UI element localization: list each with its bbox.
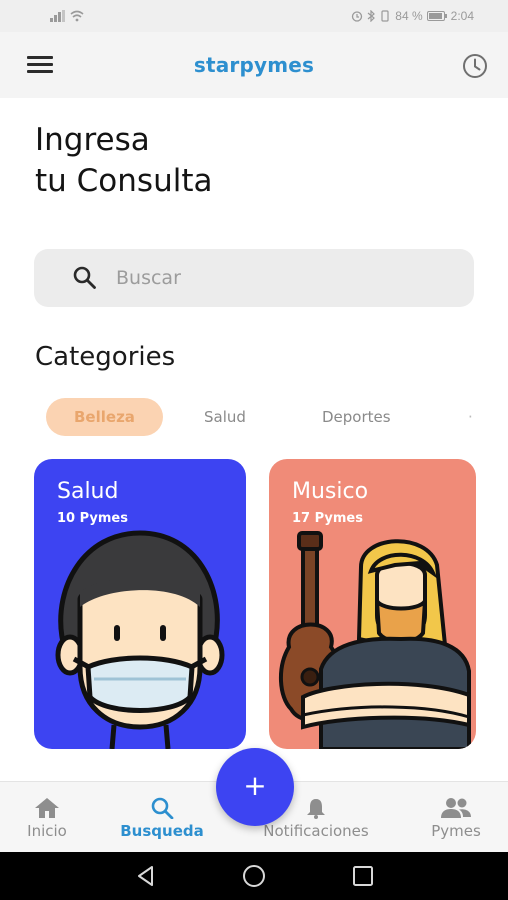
category-card-salud[interactable]: Salud 10 Pymes <box>34 459 246 749</box>
status-left <box>50 10 84 22</box>
bell-icon <box>307 799 325 819</box>
guitarist-illustration <box>278 531 471 749</box>
card-title: Musico <box>292 479 369 504</box>
status-bar: 84 % 2:04 <box>0 0 508 32</box>
search-icon <box>73 266 96 289</box>
vibrate-icon <box>381 10 389 22</box>
card-count: 10 Pymes <box>57 511 128 526</box>
battery-icon <box>426 11 447 21</box>
app-bar: starpymes <box>0 32 508 98</box>
card-title: Salud <box>57 479 119 504</box>
heading-line-1: Ingresa <box>35 122 150 158</box>
signal-icon <box>50 10 65 22</box>
wifi-icon <box>70 10 84 22</box>
category-chips: Belleza Salud Deportes · <box>46 398 486 436</box>
nav-item-inicio[interactable]: Inicio <box>10 782 84 853</box>
chip-belleza[interactable]: Belleza <box>46 398 163 436</box>
history-icon[interactable] <box>460 51 490 81</box>
status-right: 84 % 2:04 <box>351 9 474 23</box>
nav-label: Inicio <box>27 822 67 840</box>
menu-icon-bar <box>27 56 53 59</box>
search-icon <box>151 797 174 819</box>
chip-deportes[interactable]: Deportes <box>322 398 391 436</box>
menu-icon-bar <box>27 63 53 66</box>
home-circle-icon[interactable] <box>242 864 266 888</box>
recents-icon[interactable] <box>351 864 375 888</box>
alarm-icon <box>352 11 363 22</box>
search-input[interactable] <box>116 267 436 289</box>
chip-salud[interactable]: Salud <box>204 398 246 436</box>
nav-label: Notificaciones <box>263 822 369 840</box>
battery-percent: 84 % <box>395 9 423 23</box>
nav-item-pymes[interactable]: Pymes <box>418 782 494 853</box>
menu-button[interactable] <box>27 56 53 74</box>
page-heading: Ingresa tu Consulta <box>35 120 212 202</box>
home-icon <box>35 798 59 818</box>
system-navigation-bar <box>0 852 508 900</box>
masked-person-illustration <box>55 530 225 749</box>
nav-item-busqueda[interactable]: Busqueda <box>110 782 214 853</box>
category-card-musico[interactable]: Musico 17 Pymes <box>269 459 476 749</box>
status-time: 2:04 <box>450 9 474 23</box>
categories-title: Categories <box>35 342 176 372</box>
back-icon[interactable] <box>134 864 158 888</box>
app-title: starpymes <box>193 53 315 77</box>
nav-label: Busqueda <box>120 822 204 840</box>
people-icon <box>441 798 471 818</box>
menu-icon-bar <box>27 70 53 73</box>
nav-label: Pymes <box>431 822 481 840</box>
chip-more[interactable]: · <box>468 398 473 436</box>
card-count: 17 Pymes <box>292 511 363 526</box>
bluetooth-icon <box>367 10 376 22</box>
heading-line-2: tu Consulta <box>35 163 213 199</box>
plus-icon: + <box>243 769 267 802</box>
add-button[interactable]: + <box>216 748 294 826</box>
search-box[interactable] <box>34 249 474 307</box>
